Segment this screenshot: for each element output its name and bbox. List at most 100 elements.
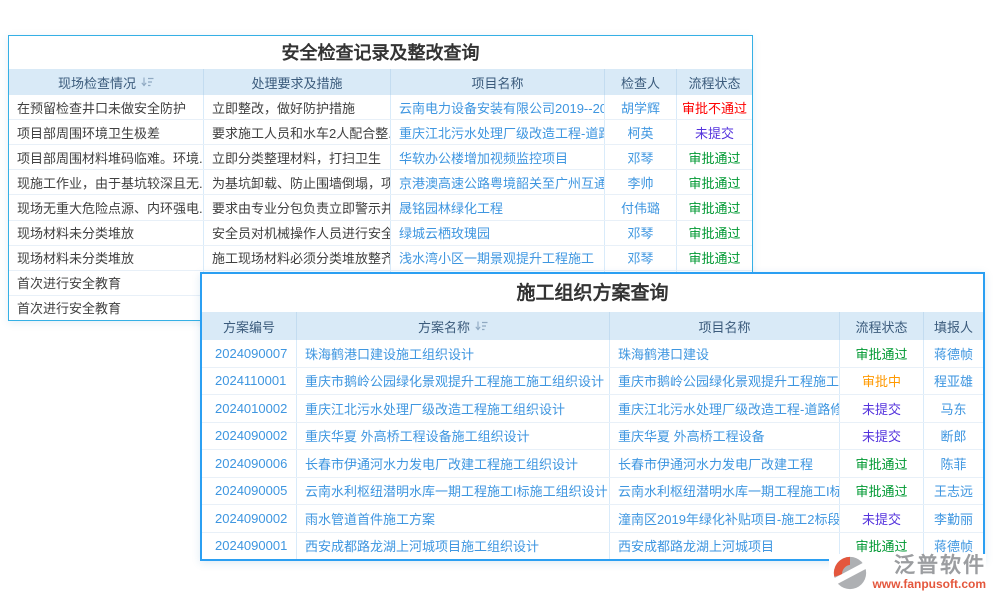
project-link[interactable]: 京港澳高速公路粤境韶关至广州互通路面改造 [391, 170, 605, 194]
inspector-link[interactable]: 付伟璐 [605, 195, 677, 219]
col-header-project: 项目名称 [610, 312, 840, 340]
reporter-link[interactable]: 程亚雄 [924, 368, 983, 395]
fanpu-logo: 泛普软件 www.fanpusoft.com [829, 554, 986, 592]
status-badge: 未提交 [840, 395, 924, 422]
plan-id-link[interactable]: 2024110001 [202, 368, 297, 395]
status-badge: 审批不通过 [677, 95, 752, 119]
project-link[interactable]: 珠海鹤港口建设 [610, 340, 840, 367]
plan-id-link[interactable]: 2024090005 [202, 478, 297, 505]
project-link[interactable]: 重庆江北污水处理厂级改造工程-道路修复 [610, 395, 840, 422]
table-row: 2024090002 雨水管道首件施工方案 潼南区2019年绿化补贴项目-施工2… [202, 504, 983, 532]
fanpu-logo-name: 泛普软件 [894, 554, 986, 577]
plan-id-link[interactable]: 2024010002 [202, 395, 297, 422]
plan-id-link[interactable]: 2024090007 [202, 340, 297, 367]
status-badge: 审批通过 [840, 340, 924, 367]
status-badge: 审批通过 [677, 145, 752, 169]
table-row: 现场材料未分类堆放 安全员对机械操作人员进行安全... 绿城云栖玫瑰园 邓琴 审… [9, 220, 752, 245]
inspector-link[interactable]: 邓琴 [605, 145, 677, 169]
project-link[interactable]: 长春市伊通河水力发电厂改建工程 [610, 450, 840, 477]
table-row: 现施工作业，由于基坑较深且无... 为基坑卸载、防止围墙倒塌，项... 京港澳高… [9, 169, 752, 194]
plan-name-link[interactable]: 重庆市鹅岭公园绿化景观提升工程施工施工组织设计 [297, 368, 610, 395]
project-link[interactable]: 西安成都路龙湖上河城项目 [610, 533, 840, 560]
table-row: 2024110001 重庆市鹅岭公园绿化景观提升工程施工施工组织设计 重庆市鹅岭… [202, 367, 983, 395]
project-link[interactable]: 重庆市鹅岭公园绿化景观提升工程施工 [610, 368, 840, 395]
table-row: 2024090007 珠海鹤港口建设施工组织设计 珠海鹤港口建设 审批通过 蒋德… [202, 340, 983, 367]
col-header-status: 流程状态 [840, 312, 924, 340]
reporter-link[interactable]: 陈菲 [924, 450, 983, 477]
inspector-link[interactable]: 邓琴 [605, 221, 677, 245]
plan-name-link[interactable]: 珠海鹤港口建设施工组织设计 [297, 340, 610, 367]
table-row: 2024090006 长春市伊通河水力发电厂改建工程施工组织设计 长春市伊通河水… [202, 449, 983, 477]
plan-table-header-row: 方案编号 方案名称 项目名称 流程状态 填报人 [202, 312, 983, 340]
reporter-link[interactable]: 马东 [924, 395, 983, 422]
table-row: 2024090005 云南水利枢纽潜明水库一期工程施工I标施工组织设计 云南水利… [202, 477, 983, 505]
measure-cell: 立即整改，做好防护措施 [204, 95, 391, 119]
inspector-link[interactable]: 柯英 [605, 120, 677, 144]
plan-id-link[interactable]: 2024090006 [202, 450, 297, 477]
table-row: 项目部周围环境卫生极差 要求施工人员和水车2人配合整... 重庆江北污水处理厂级… [9, 119, 752, 144]
project-link[interactable]: 云南电力设备安装有限公司2019--2020年度 [391, 95, 605, 119]
status-badge: 未提交 [840, 505, 924, 532]
safety-table-header-row: 现场检查情况 处理要求及措施 项目名称 检查人 流程状态 [9, 69, 752, 95]
plan-id-link[interactable]: 2024090002 [202, 505, 297, 532]
project-link[interactable]: 浅水湾小区一期景观提升工程施工 [391, 246, 605, 270]
col-header-situation[interactable]: 现场检查情况 [9, 69, 204, 95]
sort-icon[interactable] [475, 321, 488, 332]
reporter-link[interactable]: 李勤丽 [924, 505, 983, 532]
sort-icon[interactable] [141, 77, 154, 88]
col-header-plan-name-label: 方案名称 [418, 317, 470, 336]
status-badge: 审批通过 [677, 246, 752, 270]
construction-plan-panel: 施工组织方案查询 方案编号 方案名称 项目名称 流程状态 填报人 2024090… [200, 272, 985, 561]
plan-name-link[interactable]: 云南水利枢纽潜明水库一期工程施工I标施工组织设计 [297, 478, 610, 505]
col-header-plan-name[interactable]: 方案名称 [297, 312, 610, 340]
project-link[interactable]: 重庆江北污水处理厂级改造工程-道路修复 [391, 120, 605, 144]
situation-cell: 首次进行安全教育 [9, 296, 204, 320]
plan-name-link[interactable]: 重庆华夏 外高桥工程设备施工组织设计 [297, 423, 610, 450]
plan-name-link[interactable]: 长春市伊通河水力发电厂改建工程施工组织设计 [297, 450, 610, 477]
situation-cell: 项目部周围材料堆码临难。环境... [9, 145, 204, 169]
fanpu-swirl-icon [831, 554, 869, 592]
col-header-status: 流程状态 [677, 69, 752, 95]
status-badge: 审批通过 [840, 478, 924, 505]
reporter-link[interactable]: 蒋德帧 [924, 340, 983, 367]
col-header-reporter: 填报人 [924, 312, 983, 340]
inspector-link[interactable]: 李帅 [605, 170, 677, 194]
project-link[interactable]: 绿城云栖玫瑰园 [391, 221, 605, 245]
reporter-link[interactable]: 断郎 [924, 423, 983, 450]
situation-cell: 现施工作业，由于基坑较深且无... [9, 170, 204, 194]
plan-name-link[interactable]: 西安成都路龙湖上河城项目施工组织设计 [297, 533, 610, 560]
situation-cell: 现场材料未分类堆放 [9, 221, 204, 245]
project-link[interactable]: 云南水利枢纽潜明水库一期工程施工I标 [610, 478, 840, 505]
situation-cell: 项目部周围环境卫生极差 [9, 120, 204, 144]
inspector-link[interactable]: 胡学辉 [605, 95, 677, 119]
situation-cell: 在预留检查井口未做安全防护 [9, 95, 204, 119]
table-row: 项目部周围材料堆码临难。环境... 立即分类整理材料，打扫卫生 华软办公楼增加视… [9, 144, 752, 169]
situation-cell: 首次进行安全教育 [9, 271, 204, 295]
col-header-plan-id: 方案编号 [202, 312, 297, 340]
plan-id-link[interactable]: 2024090001 [202, 533, 297, 560]
status-badge: 审批通过 [677, 221, 752, 245]
measure-cell: 施工现场材料必须分类堆放整齐... [204, 246, 391, 270]
project-link[interactable]: 华软办公楼增加视频监控项目 [391, 145, 605, 169]
table-row: 在预留检查井口未做安全防护 立即整改，做好防护措施 云南电力设备安装有限公司20… [9, 95, 752, 119]
measure-cell: 立即分类整理材料，打扫卫生 [204, 145, 391, 169]
status-badge: 未提交 [677, 120, 752, 144]
measure-cell: 为基坑卸载、防止围墙倒塌，项... [204, 170, 391, 194]
plan-table-body: 2024090007 珠海鹤港口建设施工组织设计 珠海鹤港口建设 审批通过 蒋德… [202, 340, 983, 559]
project-link[interactable]: 潼南区2019年绿化补贴项目-施工2标段 [610, 505, 840, 532]
measure-cell: 安全员对机械操作人员进行安全... [204, 221, 391, 245]
project-link[interactable]: 晟铭园林绿化工程 [391, 195, 605, 219]
plan-panel-title: 施工组织方案查询 [202, 274, 983, 312]
table-row: 2024010002 重庆江北污水处理厂级改造工程施工组织设计 重庆江北污水处理… [202, 394, 983, 422]
plan-name-link[interactable]: 重庆江北污水处理厂级改造工程施工组织设计 [297, 395, 610, 422]
fanpu-logo-text: 泛普软件 www.fanpusoft.com [872, 554, 986, 591]
inspector-link[interactable]: 邓琴 [605, 246, 677, 270]
plan-id-link[interactable]: 2024090002 [202, 423, 297, 450]
status-badge: 未提交 [840, 423, 924, 450]
plan-name-link[interactable]: 雨水管道首件施工方案 [297, 505, 610, 532]
status-badge: 审批通过 [677, 170, 752, 194]
safety-panel-title: 安全检查记录及整改查询 [9, 36, 752, 69]
project-link[interactable]: 重庆华夏 外高桥工程设备 [610, 423, 840, 450]
col-header-project: 项目名称 [391, 69, 605, 95]
reporter-link[interactable]: 王志远 [924, 478, 983, 505]
